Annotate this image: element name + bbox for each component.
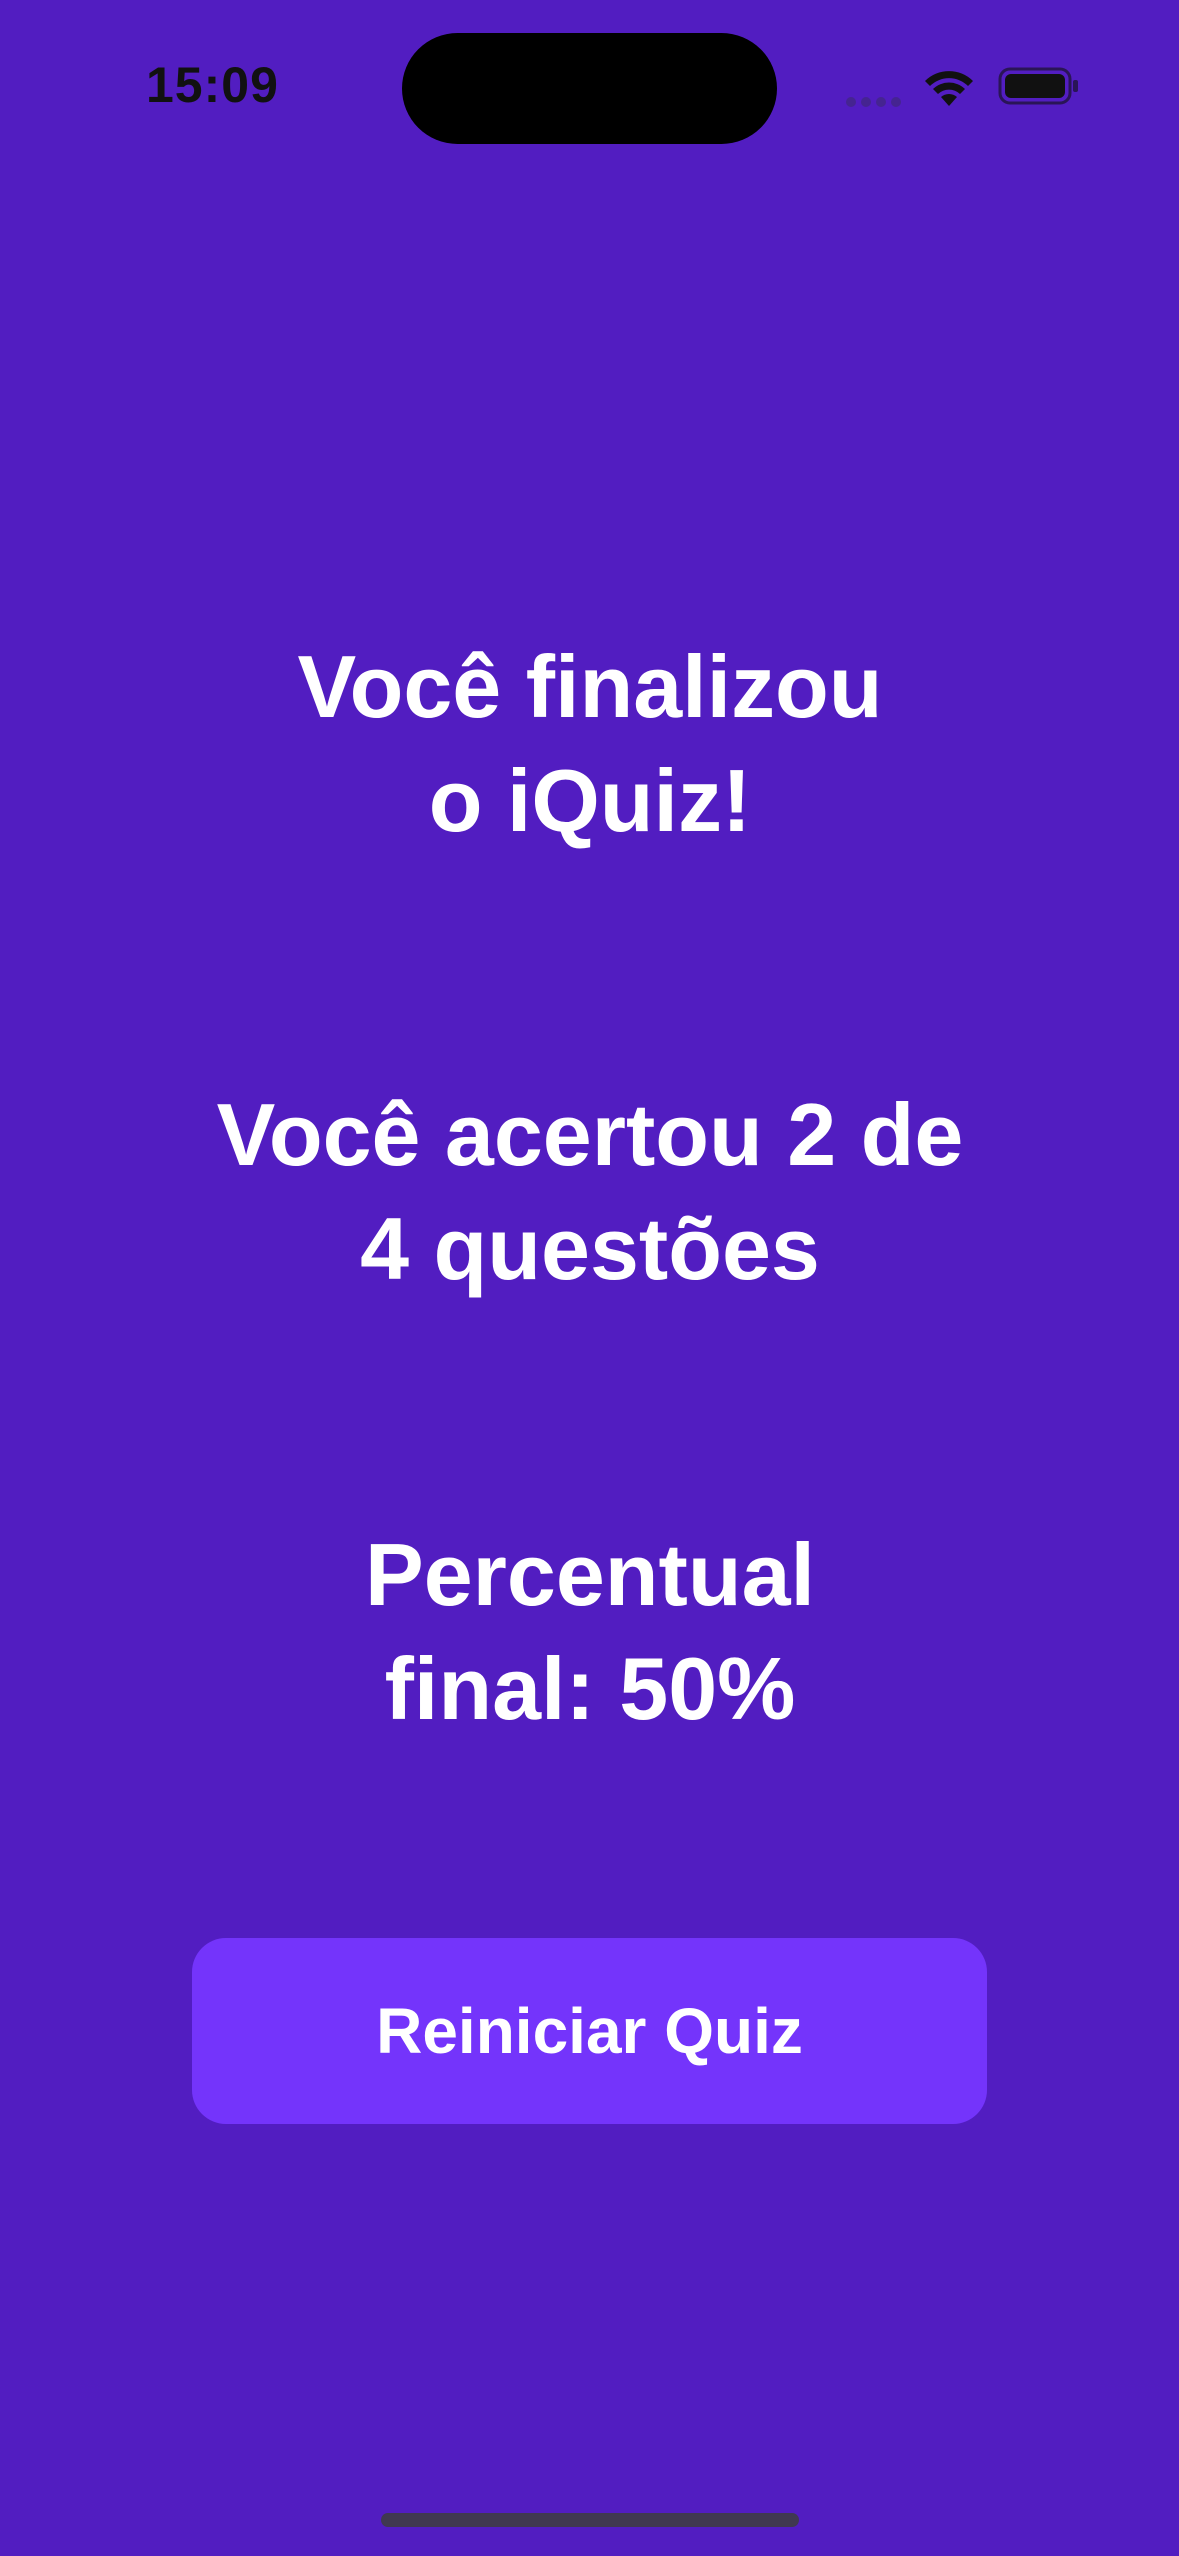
cellular-signal-icon: [846, 94, 906, 107]
restart-quiz-button[interactable]: Reiniciar Quiz: [192, 1938, 987, 2124]
result-title: Você finalizou o iQuiz!: [297, 637, 883, 850]
dynamic-island: [402, 33, 777, 144]
battery-icon: [998, 67, 1078, 105]
score-text: Você acertou 2 de 4 questões: [216, 1085, 964, 1298]
status-time: 15:09: [146, 57, 279, 113]
wifi-icon: [925, 71, 973, 106]
home-indicator: [381, 2513, 799, 2527]
quiz-result-screen: 15:09 Você finalizou o iQuiz! Você acert…: [0, 0, 1179, 2556]
percentage-text: Percentual final: 50%: [365, 1525, 815, 1738]
